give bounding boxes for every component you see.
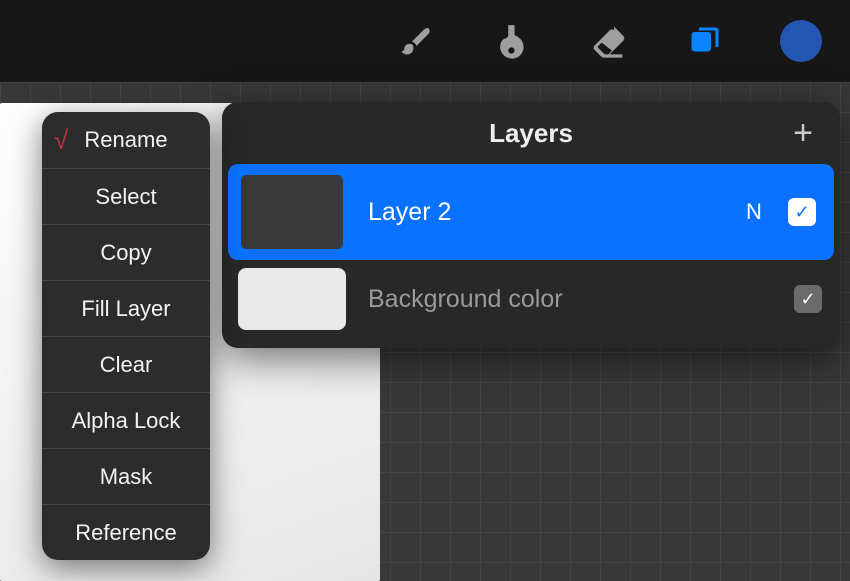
ctx-item-label: Mask <box>100 464 153 490</box>
ctx-item-alpha-lock[interactable]: Alpha Lock <box>42 392 210 448</box>
visibility-checkbox[interactable]: ✓ <box>788 198 816 226</box>
ctx-item-mask[interactable]: Mask <box>42 448 210 504</box>
background-thumbnail[interactable] <box>238 268 346 330</box>
layer-thumbnail[interactable] <box>238 172 346 252</box>
ctx-item-label: Reference <box>75 520 177 546</box>
eraser-icon[interactable] <box>588 20 630 62</box>
layers-panel: Layers + Layer 2 N ✓ Background color ✓ <box>222 102 840 348</box>
brush-icon[interactable] <box>396 20 438 62</box>
ctx-item-reference[interactable]: Reference <box>42 504 210 560</box>
ctx-item-label: Copy <box>100 240 151 266</box>
layers-title: Layers <box>489 118 573 149</box>
layer-row[interactable]: Layer 2 N ✓ <box>228 164 834 260</box>
smudge-icon[interactable] <box>492 20 534 62</box>
blend-mode-indicator[interactable]: N <box>742 199 766 225</box>
top-toolbar <box>0 0 850 82</box>
layers-header: Layers + <box>222 102 840 164</box>
add-layer-button[interactable]: + <box>788 118 818 148</box>
ctx-item-rename[interactable]: √ Rename <box>42 112 210 168</box>
ctx-item-copy[interactable]: Copy <box>42 224 210 280</box>
ctx-item-select[interactable]: Select <box>42 168 210 224</box>
layer-context-menu: √ Rename Select Copy Fill Layer Clear Al… <box>42 112 210 560</box>
background-row[interactable]: Background color ✓ <box>222 260 840 338</box>
background-label: Background color <box>368 285 772 314</box>
ctx-item-label: Fill Layer <box>81 296 170 322</box>
layer-name-label: Layer 2 <box>368 198 720 227</box>
check-icon: √ <box>54 125 68 156</box>
ctx-item-label: Select <box>95 184 156 210</box>
ctx-item-label: Rename <box>84 127 167 153</box>
color-swatch[interactable] <box>780 20 822 62</box>
ctx-item-label: Clear <box>100 352 153 378</box>
ctx-item-fill-layer[interactable]: Fill Layer <box>42 280 210 336</box>
ctx-item-clear[interactable]: Clear <box>42 336 210 392</box>
ctx-item-label: Alpha Lock <box>72 408 181 434</box>
layers-icon[interactable] <box>684 20 726 62</box>
visibility-checkbox[interactable]: ✓ <box>794 285 822 313</box>
